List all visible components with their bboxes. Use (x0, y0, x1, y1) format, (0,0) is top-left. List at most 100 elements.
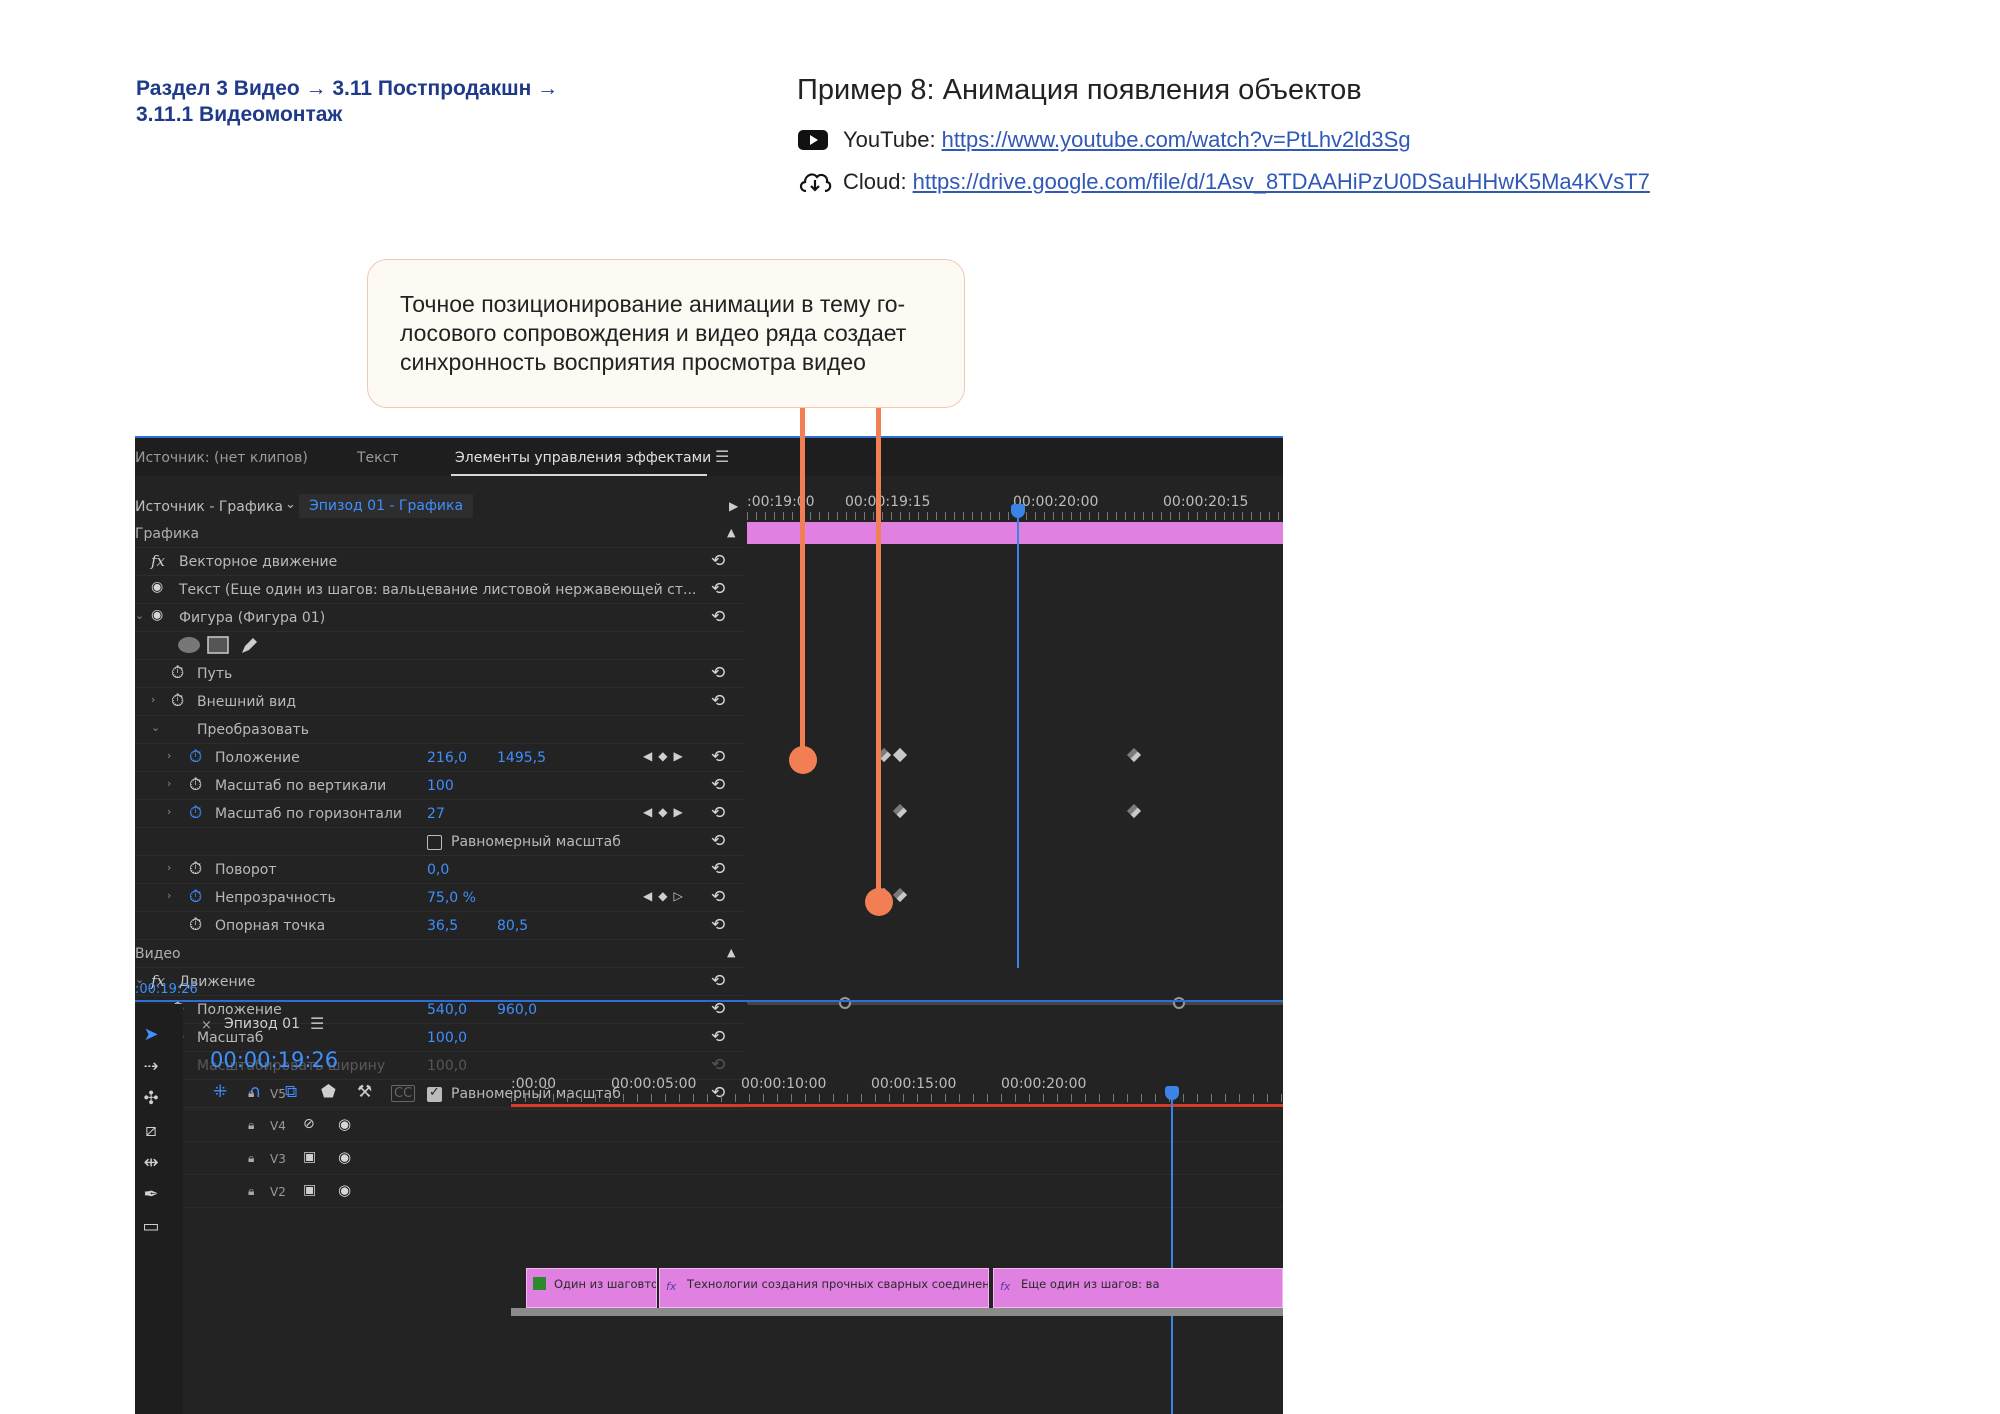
panel-menu-icon[interactable]: ☰ (715, 447, 729, 466)
value-y[interactable]: 1495,5 (497, 750, 546, 766)
play-triangle-icon[interactable]: ▶ (729, 499, 738, 513)
reset-icon[interactable]: ⟲ (711, 1027, 725, 1047)
expand-arrow-icon[interactable]: ⌄ (135, 609, 144, 622)
stopwatch-icon[interactable]: ⏱ (189, 915, 202, 935)
rectangle-icon[interactable] (207, 636, 229, 658)
reset-icon[interactable]: ⟲ (711, 607, 725, 627)
row-position[interactable]: › ⏱ Положение 216,0 1495,5 ◀◆▶ ⟲ (135, 744, 743, 772)
value-x[interactable]: 216,0 (427, 750, 467, 766)
row-uniform-scale[interactable]: Равномерный масштаб ⟲ (135, 828, 743, 856)
keyframe-nav-icon[interactable]: ◀◆▷ (643, 889, 689, 903)
keyframe-nav-icon[interactable]: ◀◆▶ (643, 805, 689, 819)
effect-controls-timeline[interactable]: :00:19:00 00:00:19:15 00:00:20:00 00:00:… (747, 494, 1283, 1009)
pen-icon[interactable] (239, 636, 259, 660)
youtube-url-link[interactable]: https://www.youtube.com/watch?v=PtLhv2ld… (942, 127, 1411, 153)
keyframe-icon[interactable] (1126, 803, 1142, 819)
eye-icon[interactable]: ◉ (338, 1148, 351, 1166)
timeline-clip[interactable]: Один из шаговточна (526, 1268, 657, 1308)
keyframe-icon[interactable] (892, 887, 908, 903)
lock-icon[interactable]: 🔒︎ (248, 1118, 254, 1133)
graphic-clip-bar[interactable] (747, 522, 1283, 544)
stopwatch-icon[interactable]: ⏱ (171, 663, 184, 683)
row-transform[interactable]: ⌄ Преобразовать (135, 716, 743, 744)
row-opacity[interactable]: › ⏱ Непрозрачность 75,0 % ◀◆▷ ⟲ (135, 884, 743, 912)
playhead-line[interactable] (1171, 1090, 1173, 1414)
track-output-off-icon[interactable]: ⊘ (303, 1116, 315, 1132)
collapse-up-icon[interactable]: ▲ (727, 946, 735, 959)
expand-arrow-icon[interactable]: › (167, 749, 171, 762)
reset-icon[interactable]: ⟲ (711, 691, 725, 711)
sequence-timeline[interactable]: :00:00 00:00:05:00 00:00:10:00 00:00:15:… (511, 1076, 1283, 1414)
stopwatch-icon[interactable]: ⏱ (189, 803, 202, 823)
row-motion[interactable]: ⌄ fx Движение ⟲ (135, 968, 743, 996)
expand-arrow-icon[interactable]: ⌄ (151, 721, 160, 734)
keyframe-icon[interactable] (892, 747, 908, 763)
stopwatch-icon[interactable]: ⏱ (171, 691, 184, 711)
reset-icon[interactable]: ⟲ (711, 663, 725, 683)
row-shape-layer[interactable]: ⌄ ◉ Фигура (Фигура 01) ⟲ (135, 604, 743, 632)
row-text-layer[interactable]: ◉ Текст (Еще один из шагов: вальцевание … (135, 576, 743, 604)
tab-source[interactable]: Источник: (нет клипов) (135, 450, 308, 466)
value-y[interactable]: 80,5 (497, 918, 528, 934)
keyframe-icon[interactable] (1126, 747, 1142, 763)
stopwatch-icon[interactable]: ⏱ (189, 775, 202, 795)
reset-icon[interactable]: ⟲ (711, 887, 725, 907)
stopwatch-icon[interactable]: ⏱ (189, 859, 202, 879)
eye-icon[interactable]: ◉ (151, 607, 163, 623)
uniform-scale-checkbox[interactable] (427, 835, 442, 850)
value-x[interactable]: 540,0 (427, 1002, 467, 1018)
reset-icon[interactable]: ⟲ (711, 775, 725, 795)
stopwatch-icon[interactable]: ⏱ (189, 887, 202, 907)
zoom-handle-left[interactable] (839, 997, 851, 1009)
eye-icon[interactable]: ◉ (338, 1115, 351, 1133)
row-vector-motion[interactable]: fx Векторное движение ⟲ (135, 548, 743, 576)
reset-icon[interactable]: ⟲ (711, 747, 725, 767)
razor-tool-icon[interactable]: ⧄ (140, 1120, 162, 1142)
timeline-clip[interactable]: fx Технологии создания прочных сварных со… (659, 1268, 989, 1308)
row-scale-vertical[interactable]: › ⏱ Масштаб по вертикали 100 ⟲ (135, 772, 743, 800)
lock-icon[interactable]: 🔒︎ (248, 1184, 254, 1199)
row-path[interactable]: ⏱ Путь ⟲ (135, 660, 743, 688)
eye-icon[interactable]: ◉ (151, 579, 163, 595)
reset-icon[interactable]: ⟲ (711, 971, 725, 991)
playhead-handle[interactable] (1165, 1086, 1179, 1100)
chevron-down-icon[interactable]: ⌄ (285, 497, 296, 512)
eye-icon[interactable]: ◉ (338, 1181, 351, 1199)
reset-icon[interactable]: ⟲ (711, 803, 725, 823)
lock-icon[interactable]: 🔒︎ (248, 1151, 254, 1166)
ellipse-icon[interactable] (177, 636, 201, 658)
sequence-timecode[interactable]: 00:00:19:26 (210, 1048, 338, 1072)
playhead-line[interactable] (1017, 508, 1019, 968)
fx-icon[interactable]: fx (151, 552, 165, 570)
value[interactable]: 27 (427, 806, 445, 822)
value-x[interactable]: 36,5 (427, 918, 458, 934)
track-select-tool-icon[interactable]: ⇢ (140, 1056, 162, 1078)
expand-arrow-icon[interactable]: › (167, 805, 171, 818)
tab-text[interactable]: Текст (357, 450, 398, 466)
expand-arrow-icon[interactable]: › (167, 861, 171, 874)
value[interactable]: 0,0 (427, 862, 449, 878)
reset-icon[interactable]: ⟲ (711, 915, 725, 935)
reset-icon[interactable]: ⟲ (711, 831, 725, 851)
value[interactable]: 75,0 % (427, 890, 476, 906)
reset-icon[interactable]: ⟲ (711, 579, 725, 599)
playhead-handle[interactable] (1011, 504, 1025, 518)
selection-tool-icon[interactable]: ➤ (140, 1024, 162, 1046)
track-output-icon[interactable]: ▣ (303, 1182, 316, 1198)
sequence-tab[interactable]: Эпизод 01 (224, 1016, 300, 1032)
hand-tool-icon[interactable]: ▭ (140, 1216, 162, 1238)
expand-arrow-icon[interactable]: › (167, 889, 171, 902)
row-rotation[interactable]: › ⏱ Поворот 0,0 ⟲ (135, 856, 743, 884)
collapse-up-icon[interactable]: ▲ (727, 526, 735, 539)
reset-icon[interactable]: ⟲ (711, 859, 725, 879)
close-icon[interactable]: × (201, 1018, 212, 1033)
reset-icon[interactable]: ⟲ (711, 551, 725, 571)
expand-arrow-icon[interactable]: › (167, 777, 171, 790)
row-appearance[interactable]: › ⏱ Внешний вид ⟲ (135, 688, 743, 716)
lock-icon[interactable]: 🔒︎ (248, 1086, 254, 1101)
value-y[interactable]: 960,0 (497, 1002, 537, 1018)
breadcrumb[interactable]: Раздел 3 Видео → 3.11 Постпродакшн → 3.1… (136, 76, 616, 128)
ripple-edit-tool-icon[interactable]: ✣ (140, 1088, 162, 1110)
slip-tool-icon[interactable]: ⇹ (140, 1152, 162, 1174)
value[interactable]: 100,0 (427, 1030, 467, 1046)
